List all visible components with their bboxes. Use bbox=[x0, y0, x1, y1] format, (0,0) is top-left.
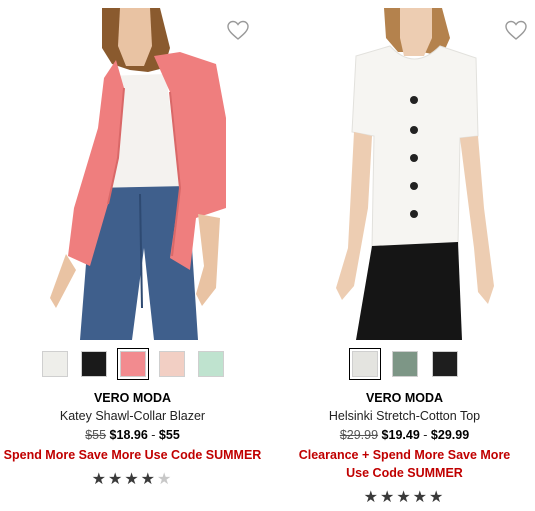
star-filled-icon: ★ bbox=[379, 489, 397, 506]
sale-price: $19.49 bbox=[381, 428, 420, 442]
star-empty-icon: ★ bbox=[157, 471, 174, 488]
product-photo bbox=[336, 8, 494, 340]
color-swatch[interactable] bbox=[158, 351, 185, 377]
color-swatches bbox=[272, 348, 535, 380]
star-filled-icon: ★ bbox=[91, 471, 108, 488]
wishlist-heart-icon[interactable] bbox=[504, 18, 528, 42]
product-image[interactable] bbox=[292, 8, 517, 340]
price-separator: - bbox=[423, 428, 428, 442]
price-separator: - bbox=[151, 428, 156, 442]
star-rating[interactable]: ★★★★★ bbox=[0, 469, 265, 489]
color-swatch[interactable] bbox=[116, 348, 149, 380]
star-filled-icon: ★ bbox=[396, 489, 413, 506]
original-price: $29.99 bbox=[339, 428, 379, 442]
wishlist-heart-icon[interactable] bbox=[226, 18, 250, 42]
price-max: $55 bbox=[158, 428, 180, 442]
color-swatch[interactable] bbox=[80, 351, 107, 377]
product-price: $29.99 $19.49 - $29.99 bbox=[272, 428, 535, 442]
color-swatch[interactable] bbox=[431, 351, 458, 377]
star-filled-icon: ★ bbox=[140, 471, 158, 488]
color-swatch[interactable] bbox=[41, 351, 68, 377]
product-price: $55 $18.96 - $55 bbox=[0, 428, 265, 442]
product-image[interactable] bbox=[20, 8, 245, 340]
product-card[interactable]: VERO MODA Katey Shawl-Collar Blazer $55 … bbox=[0, 0, 265, 511]
star-filled-icon: ★ bbox=[124, 471, 141, 488]
color-swatch[interactable] bbox=[391, 351, 418, 377]
original-price: $55 bbox=[85, 428, 107, 442]
color-swatch[interactable] bbox=[348, 348, 381, 380]
star-filled-icon: ★ bbox=[107, 471, 125, 488]
star-rating[interactable]: ★★★★★ bbox=[272, 487, 535, 507]
star-filled-icon: ★ bbox=[429, 489, 446, 506]
star-filled-icon: ★ bbox=[412, 489, 430, 506]
price-max: $29.99 bbox=[430, 428, 470, 442]
promo-text: Clearance + Spend More Save More Use Cod… bbox=[298, 448, 511, 480]
sale-price: $18.96 bbox=[109, 428, 148, 442]
promo-text: Spend More Save More Use Code SUMMER bbox=[3, 448, 262, 462]
color-swatches bbox=[0, 348, 265, 380]
color-swatch[interactable] bbox=[197, 351, 224, 377]
product-card[interactable]: VERO MODA Helsinki Stretch-Cotton Top $2… bbox=[272, 0, 535, 511]
product-brand[interactable]: VERO MODA bbox=[272, 391, 535, 405]
product-name[interactable]: Helsinki Stretch-Cotton Top bbox=[272, 409, 535, 423]
product-brand[interactable]: VERO MODA bbox=[0, 391, 265, 405]
star-filled-icon: ★ bbox=[363, 489, 380, 506]
product-name[interactable]: Katey Shawl-Collar Blazer bbox=[0, 409, 265, 423]
product-photo bbox=[50, 8, 226, 340]
